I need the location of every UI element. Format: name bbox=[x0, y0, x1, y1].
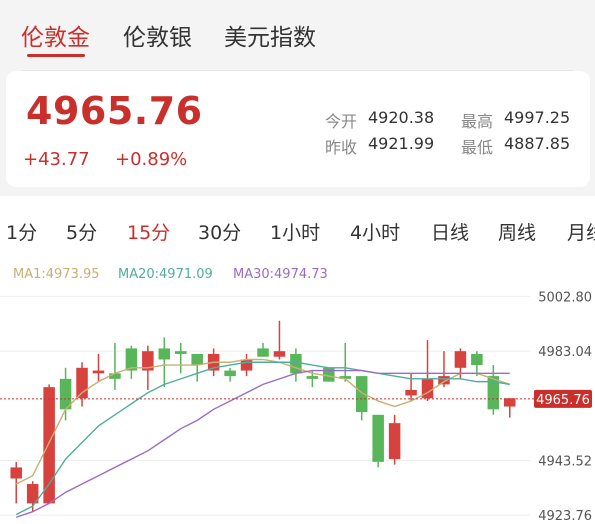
low-value: 4887.85 bbox=[504, 134, 571, 153]
tab-dollar-index[interactable]: 美元指数 bbox=[224, 18, 316, 52]
period-1min[interactable]: 1分 bbox=[6, 218, 37, 245]
candle-body bbox=[504, 398, 516, 407]
tab-london-gold[interactable]: 伦敦金 bbox=[21, 18, 90, 52]
candle-body bbox=[224, 370, 236, 377]
ma30-line bbox=[16, 369, 510, 518]
candle-body bbox=[372, 414, 384, 462]
period-4hour[interactable]: 4小时 bbox=[350, 218, 400, 245]
active-tab-indicator bbox=[27, 54, 85, 57]
price-change-percent: +0.89% bbox=[115, 149, 188, 170]
kline-chart[interactable]: MA1:4973.95 MA20:4971.09 MA30:4974.73 50… bbox=[0, 262, 595, 524]
period-tabs: 1分 5分 15分 30分 1小时 4小时 日线 周线 月线 bbox=[0, 196, 595, 266]
high-label: 最高 bbox=[461, 112, 494, 131]
candle-body bbox=[388, 423, 401, 460]
candle-body bbox=[273, 351, 286, 357]
period-daily[interactable]: 日线 bbox=[431, 218, 469, 245]
y-tick-label: 4983.04 bbox=[538, 345, 592, 360]
candle-body bbox=[43, 387, 55, 504]
candle-body bbox=[191, 353, 203, 366]
candle-body bbox=[257, 348, 269, 357]
candle-body bbox=[471, 353, 483, 366]
quote-card: 4965.76 +43.77 +0.89% 今开 4920.38 最高 4997… bbox=[6, 71, 590, 187]
current-price-label: 4965.76 bbox=[536, 393, 590, 408]
prev-close-label: 昨收 bbox=[325, 138, 358, 157]
period-15min[interactable]: 15分 bbox=[127, 218, 170, 245]
period-monthly[interactable]: 月线 bbox=[567, 218, 595, 245]
price-change: +43.77 bbox=[23, 149, 90, 170]
y-tick-label: 5002.80 bbox=[538, 290, 592, 305]
candle-body bbox=[158, 348, 171, 360]
period-weekly[interactable]: 周线 bbox=[498, 218, 536, 245]
high-value: 4997.25 bbox=[504, 108, 571, 127]
candlestick-svg: 5002.80 4983.04 4943.52 4923.76 4965.76 bbox=[0, 290, 592, 524]
candle-body bbox=[10, 467, 22, 479]
market-tabs: 伦敦金 伦敦银 美元指数 bbox=[0, 0, 595, 71]
candle-body bbox=[92, 370, 105, 374]
low-label: 最低 bbox=[461, 138, 494, 157]
last-price: 4965.76 bbox=[26, 89, 203, 133]
candle-body bbox=[240, 359, 253, 371]
period-1hour[interactable]: 1小时 bbox=[270, 218, 320, 245]
tab-london-silver[interactable]: 伦敦银 bbox=[123, 18, 192, 52]
prev-close-value: 4921.99 bbox=[368, 134, 435, 153]
y-tick-label: 4923.76 bbox=[538, 509, 592, 524]
period-30min[interactable]: 30分 bbox=[198, 218, 241, 245]
period-5min[interactable]: 5分 bbox=[66, 218, 97, 245]
candle-body bbox=[306, 376, 319, 379]
candle-body bbox=[405, 389, 417, 396]
y-tick-label: 4943.52 bbox=[538, 454, 592, 469]
candle-body bbox=[174, 351, 187, 354]
open-value: 4920.38 bbox=[368, 108, 435, 127]
candle-body bbox=[454, 351, 467, 368]
open-label: 今开 bbox=[325, 112, 358, 131]
